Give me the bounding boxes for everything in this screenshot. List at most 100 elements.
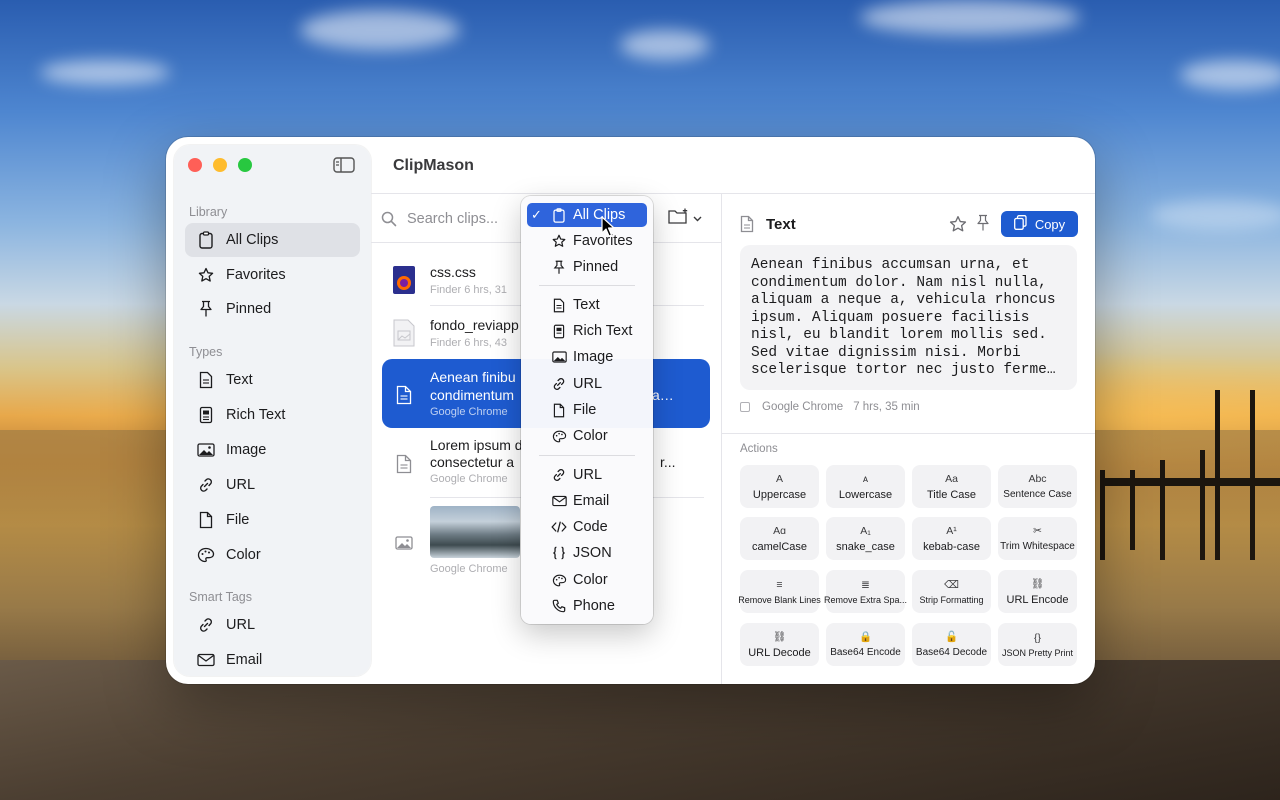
palette-icon bbox=[551, 428, 567, 444]
menu-item-json[interactable]: JSON bbox=[527, 541, 647, 565]
menu-item-pinned[interactable]: Pinned bbox=[527, 255, 647, 279]
source-app-icon bbox=[740, 402, 750, 412]
checkmark-icon: ✓ bbox=[531, 207, 542, 222]
action-trim-whitespace-button[interactable]: ✂ Trim Whitespace bbox=[998, 517, 1077, 560]
menu-item-color[interactable]: Color bbox=[527, 424, 647, 448]
menu-item-favorites[interactable]: Favorites bbox=[527, 229, 647, 253]
sidebar-item-text[interactable]: Text bbox=[185, 363, 360, 397]
action-label: Trim Whitespace bbox=[1000, 541, 1075, 552]
sidebar-item-file[interactable]: File bbox=[185, 503, 360, 537]
favorite-star-icon[interactable] bbox=[949, 215, 967, 233]
types-section-label: Types bbox=[189, 345, 223, 359]
source-app: Google Chrome bbox=[762, 401, 844, 413]
css-file-icon bbox=[392, 266, 416, 294]
menu-item-phone[interactable]: Phone bbox=[527, 594, 647, 618]
header-divider bbox=[371, 193, 1095, 194]
sidebar-item-label: Text bbox=[226, 372, 253, 388]
menu-item-label: URL bbox=[573, 376, 603, 392]
action-lowercase-button[interactable]: ᴀ Lowercase bbox=[826, 465, 905, 508]
menu-item-url[interactable]: URL bbox=[527, 463, 647, 487]
clip-image-thumbnail bbox=[430, 506, 520, 558]
action-strip-formatting-button[interactable]: ⌫ Strip Formatting bbox=[912, 570, 991, 613]
copy-button-label: Copy bbox=[1034, 216, 1066, 232]
sidebar-item-rich-text[interactable]: Rich Text bbox=[185, 398, 360, 432]
minimize-window-button[interactable] bbox=[213, 158, 227, 172]
link-icon bbox=[551, 467, 567, 483]
action-icon: Abc bbox=[1028, 473, 1047, 485]
app-title: ClipMason bbox=[393, 157, 474, 174]
image-icon bbox=[197, 441, 215, 459]
source-info: Google Chrome 7 hrs, 35 min bbox=[740, 401, 920, 413]
menu-item-label: Image bbox=[573, 349, 614, 365]
sidebar-item-image[interactable]: Image bbox=[185, 433, 360, 467]
preview-line: scelerisque tortor nec justo ferme… bbox=[751, 362, 1056, 378]
clip-meta: Finder 6 hrs, 31 bbox=[430, 284, 508, 296]
action-label: Uppercase bbox=[752, 488, 807, 501]
menu-item-email[interactable]: Email bbox=[527, 489, 647, 513]
sidebar-item-color[interactable]: Color bbox=[185, 538, 360, 572]
action-remove-extra-spa-button[interactable]: ≣ Remove Extra Spa... bbox=[824, 570, 907, 613]
filter-menu-button[interactable] bbox=[668, 207, 708, 229]
clipboard-icon bbox=[197, 231, 215, 249]
action-label: Sentence Case bbox=[1003, 489, 1072, 500]
copy-button[interactable]: Copy bbox=[1001, 211, 1078, 237]
menu-item-rich-text[interactable]: Rich Text bbox=[527, 319, 647, 343]
document-icon bbox=[197, 371, 215, 389]
menu-item-all-clips[interactable]: ✓ All Clips bbox=[527, 203, 647, 227]
action-base64-encode-button[interactable]: 🔒 Base64 Encode bbox=[826, 623, 905, 666]
menu-item-color[interactable]: Color bbox=[527, 568, 647, 592]
action-label: kebab-case bbox=[923, 540, 980, 553]
image-icon bbox=[551, 349, 567, 365]
sidebar-item-smart-url[interactable]: URL bbox=[185, 608, 360, 642]
search-field[interactable]: Search clips... bbox=[381, 207, 521, 231]
action-camelcase-button[interactable]: Aɑ camelCase bbox=[740, 517, 819, 560]
source-time: 7 hrs, 35 min bbox=[853, 401, 920, 413]
menu-item-code[interactable]: Code bbox=[527, 515, 647, 539]
search-icon bbox=[381, 211, 397, 227]
menu-item-image[interactable]: Image bbox=[527, 345, 647, 369]
action-snake-case-button[interactable]: A₁ snake_case bbox=[826, 517, 905, 560]
clip-name: fondo_reviapp bbox=[430, 317, 519, 333]
menu-item-file[interactable]: File bbox=[527, 398, 647, 422]
action-icon: ⛓ bbox=[772, 630, 787, 643]
action-label: camelCase bbox=[751, 540, 808, 553]
sidebar-item-label: Pinned bbox=[226, 301, 272, 317]
menu-item-text[interactable]: Text bbox=[527, 293, 647, 317]
sidebar-item-all-clips[interactable]: All Clips bbox=[185, 223, 360, 257]
action-json-pretty-print-button[interactable]: {} JSON Pretty Print bbox=[998, 623, 1077, 666]
sidebar-item-favorites[interactable]: Favorites bbox=[185, 258, 360, 292]
sidebar-item-label: URL bbox=[226, 477, 256, 493]
action-label: Base64 Encode bbox=[830, 647, 901, 658]
rich-text-icon bbox=[551, 323, 567, 339]
document-icon bbox=[392, 450, 416, 478]
action-label: Remove Blank Lines bbox=[738, 594, 821, 605]
menu-item-url[interactable]: URL bbox=[527, 372, 647, 396]
sidebar-item-smart-email[interactable]: Email bbox=[185, 643, 360, 677]
close-window-button[interactable] bbox=[188, 158, 202, 172]
clip-text-line2: condimentum bbox=[430, 387, 515, 403]
action-title-case-button[interactable]: Aa Title Case bbox=[912, 465, 991, 508]
clip-text-line1: Aenean finibu bbox=[430, 369, 516, 385]
sidebar-item-pinned[interactable]: Pinned bbox=[185, 292, 360, 326]
folder-filter-icon bbox=[668, 208, 690, 229]
action-sentence-case-button[interactable]: Abc Sentence Case bbox=[998, 465, 1077, 508]
sidebar-item-label: Favorites bbox=[226, 267, 286, 283]
action-base64-decode-button[interactable]: 🔓 Base64 Decode bbox=[912, 623, 991, 666]
zoom-window-button[interactable] bbox=[238, 158, 252, 172]
menu-item-label: Color bbox=[573, 572, 608, 588]
action-remove-blank-lines-button[interactable]: ≡ Remove Blank Lines bbox=[738, 570, 821, 613]
action-icon: ≡ bbox=[776, 578, 783, 591]
file-icon bbox=[197, 511, 215, 529]
preview-line: ipsum. Aliquam posuere facilisis bbox=[751, 309, 1030, 326]
code-icon bbox=[551, 519, 567, 535]
action-url-encode-button[interactable]: ⛓ URL Encode bbox=[998, 570, 1077, 613]
pin-icon[interactable] bbox=[976, 214, 992, 234]
pane-divider bbox=[721, 194, 722, 684]
action-url-decode-button[interactable]: ⛓ URL Decode bbox=[740, 623, 819, 666]
action-uppercase-button[interactable]: A Uppercase bbox=[740, 465, 819, 508]
sidebar-toggle-icon[interactable] bbox=[333, 157, 355, 173]
action-kebab-case-button[interactable]: A¹ kebab-case bbox=[912, 517, 991, 560]
link-icon bbox=[551, 376, 567, 392]
menu-item-label: Email bbox=[573, 493, 610, 509]
sidebar-item-url[interactable]: URL bbox=[185, 468, 360, 502]
